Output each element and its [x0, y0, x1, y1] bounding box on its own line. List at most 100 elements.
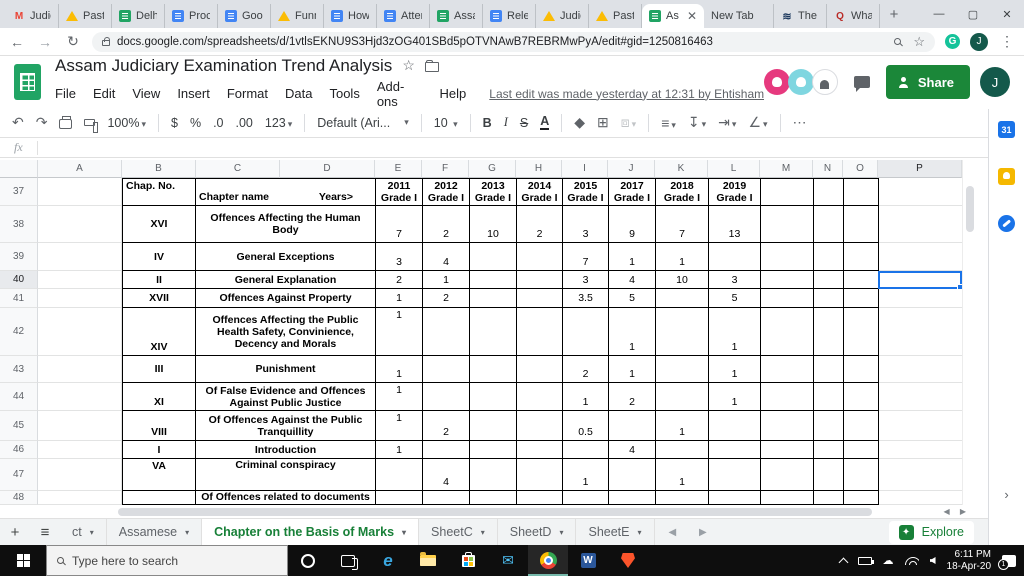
horizontal-scrollbar-thumb[interactable] — [118, 508, 872, 516]
chapter-number-cell[interactable]: IV — [122, 243, 196, 271]
value-cell[interactable]: 3.5 — [563, 289, 609, 308]
chapter-name-cell[interactable]: Offences Against Property — [196, 289, 376, 308]
column-header-L[interactable]: L — [708, 160, 760, 178]
row-header-46[interactable]: 46 — [0, 441, 38, 459]
value-cell[interactable] — [517, 271, 563, 289]
chrome-taskbar-icon[interactable] — [528, 545, 568, 576]
browser-tab[interactable]: Goog — [218, 4, 271, 28]
value-cell[interactable] — [470, 356, 517, 383]
italic-button[interactable]: I — [504, 115, 508, 130]
value-cell[interactable]: 1 — [709, 308, 761, 356]
notifications-icon[interactable] — [998, 554, 1016, 570]
column-header-A[interactable]: A — [38, 160, 122, 178]
horizontal-scrollbar[interactable]: ◀ ▶ — [0, 505, 976, 518]
value-cell[interactable]: 3 — [709, 271, 761, 289]
year-header-2019[interactable]: 2019 Grade I — [709, 178, 761, 206]
browser-menu-icon[interactable]: ⋮ — [998, 33, 1016, 50]
value-cell[interactable]: 2 — [517, 206, 563, 243]
merge-cells-icon[interactable]: ⧈ ▾ — [621, 114, 636, 131]
onedrive-icon[interactable]: ☁ — [883, 554, 894, 567]
task-view-button[interactable] — [328, 545, 368, 576]
column-header-F[interactable]: F — [422, 160, 469, 178]
browser-tab[interactable]: New Tab — [704, 4, 774, 28]
sheets-logo-icon[interactable] — [14, 64, 41, 100]
value-cell[interactable]: 7 — [656, 206, 709, 243]
value-cell[interactable] — [470, 383, 517, 411]
value-cell[interactable]: 4 — [423, 243, 470, 271]
word-icon[interactable]: W — [568, 545, 608, 576]
menu-help[interactable]: Help — [440, 86, 467, 101]
column-header-O[interactable]: O — [843, 160, 878, 178]
chapter-name-cell[interactable]: Offences Affecting the Human Body — [196, 206, 376, 243]
grammarly-extension-icon[interactable]: G — [945, 34, 960, 49]
microsoft-store-icon[interactable] — [448, 545, 488, 576]
edge-icon[interactable]: e — [368, 545, 408, 576]
chapter-number-cell[interactable] — [122, 491, 196, 505]
formula-bar[interactable]: fx — [0, 138, 1024, 158]
value-cell[interactable]: 2 — [423, 289, 470, 308]
row-header-47[interactable]: 47 — [0, 459, 38, 491]
column-header-B[interactable]: B — [122, 160, 196, 178]
cell-P46[interactable] — [879, 441, 962, 459]
value-cell[interactable] — [609, 491, 656, 505]
cortana-button[interactable] — [288, 545, 328, 576]
value-cell[interactable] — [563, 308, 609, 356]
year-header-2018[interactable]: 2018 Grade I — [656, 178, 709, 206]
value-cell[interactable]: 7 — [563, 243, 609, 271]
value-cell[interactable] — [656, 356, 709, 383]
value-cell[interactable] — [423, 441, 470, 459]
chapter-number-cell[interactable]: XVI — [122, 206, 196, 243]
chapter-number-cell[interactable]: II — [122, 271, 196, 289]
tasks-icon[interactable] — [998, 215, 1015, 232]
cell-P48[interactable] — [879, 491, 962, 505]
value-cell[interactable] — [517, 289, 563, 308]
zoom-select[interactable]: 100% ▾ — [107, 116, 146, 130]
column-header-P[interactable]: P — [878, 160, 962, 178]
header-chapter-name[interactable]: Chapter name Years> — [196, 178, 376, 206]
column-header-N[interactable]: N — [813, 160, 843, 178]
row-header-40[interactable]: 40 — [0, 271, 38, 289]
cell-P41[interactable] — [879, 289, 962, 308]
column-header-J[interactable]: J — [608, 160, 655, 178]
value-cell[interactable]: 1 — [376, 356, 423, 383]
sheet-nav-arrows[interactable]: ◀ ▶ — [669, 527, 717, 538]
back-icon[interactable]: ← — [8, 34, 26, 50]
new-tab-button[interactable]: + — [880, 6, 908, 23]
tray-chevron-icon[interactable] — [838, 556, 848, 567]
value-cell[interactable] — [470, 491, 517, 505]
sheet-tab-ct[interactable]: ct ▾ — [60, 518, 107, 546]
text-rotation-icon[interactable]: ∠ ▾ — [748, 114, 767, 131]
menu-edit[interactable]: Edit — [93, 86, 115, 101]
maximize-button[interactable]: ▢ — [956, 0, 990, 28]
chapter-name-cell[interactable]: General Exceptions — [196, 243, 376, 271]
value-cell[interactable]: 1 — [376, 441, 423, 459]
chapter-number-cell[interactable]: III — [122, 356, 196, 383]
column-header-K[interactable]: K — [655, 160, 708, 178]
sheet-tab-menu-icon[interactable]: ▾ — [185, 528, 189, 537]
value-cell[interactable]: 1 — [563, 383, 609, 411]
value-cell[interactable] — [517, 243, 563, 271]
column-header-H[interactable]: H — [516, 160, 562, 178]
value-cell[interactable] — [517, 491, 563, 505]
format-percent-button[interactable]: % — [190, 116, 201, 130]
sheet-tab-assamese[interactable]: Assamese ▾ — [107, 518, 203, 546]
menu-add-ons[interactable]: Add-ons — [377, 79, 423, 109]
browser-profile-avatar[interactable]: J — [970, 32, 988, 51]
column-header-E[interactable]: E — [375, 160, 422, 178]
cell-P47[interactable] — [879, 459, 962, 491]
value-cell[interactable]: 3 — [563, 271, 609, 289]
increase-decimals-button[interactable]: .00 — [236, 116, 253, 130]
value-cell[interactable] — [470, 243, 517, 271]
row-gutter-corner[interactable] — [0, 160, 38, 178]
chapter-number-cell[interactable]: XI — [122, 383, 196, 411]
print-icon[interactable] — [59, 116, 73, 129]
sheet-tab-sheetc[interactable]: SheetC ▾ — [419, 518, 498, 546]
chapter-name-cell[interactable]: Offences Affecting the Public Health Saf… — [196, 308, 376, 356]
value-cell[interactable]: 1 — [376, 411, 423, 441]
url-bar[interactable]: docs.google.com/spreadsheets/d/1vtlsEKNU… — [92, 31, 935, 52]
row-header-45[interactable]: 45 — [0, 411, 38, 441]
font-size-select[interactable]: 10 ▾ — [434, 116, 458, 130]
sheet-tab-menu-icon[interactable]: ▾ — [638, 528, 642, 537]
wifi-icon[interactable] — [904, 556, 919, 565]
row-header-37[interactable]: 37 — [0, 178, 38, 206]
